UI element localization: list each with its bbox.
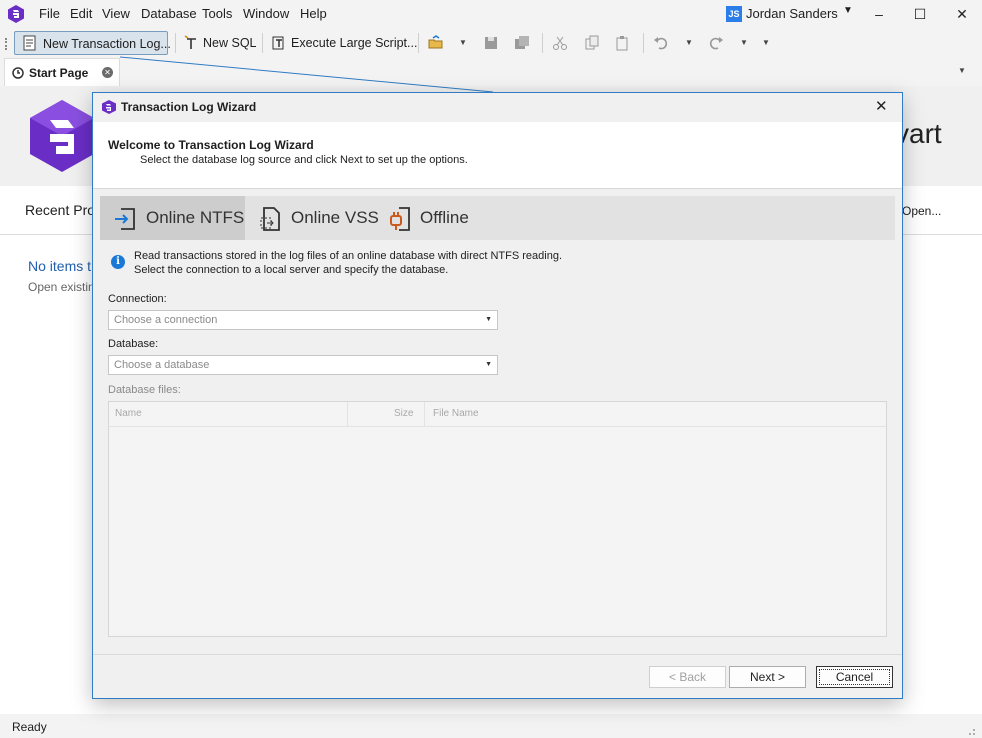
mode-online-vss-label: Online VSS: [291, 208, 379, 227]
maximize-button[interactable]: ☐: [907, 3, 933, 25]
toolbar-separator: [643, 33, 644, 53]
dialog-app-icon: [102, 100, 116, 114]
database-files-label: Database files:: [108, 384, 181, 396]
paste-icon[interactable]: [615, 35, 631, 51]
user-name[interactable]: Jordan Sanders: [746, 6, 838, 21]
copy-icon[interactable]: [584, 35, 600, 51]
menu-file[interactable]: File: [39, 6, 60, 21]
column-divider: [347, 402, 348, 426]
toolbar-grip[interactable]: [5, 38, 9, 50]
user-menu-chevron-down-icon[interactable]: ▼: [843, 5, 853, 16]
mode-online-ntfs-label: Online NTFS: [146, 208, 245, 227]
toolbar-separator: [542, 33, 543, 53]
cut-icon[interactable]: [552, 35, 568, 51]
dialog-title-bar[interactable]: Transaction Log Wizard ✕: [93, 93, 902, 121]
save-icon[interactable]: [483, 35, 499, 51]
toolbar-separator: [418, 33, 419, 53]
open-folder-icon[interactable]: [428, 35, 444, 51]
next-button[interactable]: Next >: [729, 666, 806, 688]
toolbar: New Transaction Log... New SQL Execute L…: [0, 29, 982, 58]
undo-dropdown-chevron-down-icon[interactable]: ▼: [685, 38, 693, 47]
mode-offline[interactable]: Offline: [382, 196, 492, 240]
database-chevron-down-icon[interactable]: ▼: [485, 361, 492, 368]
back-button[interactable]: < Back: [649, 666, 726, 688]
status-bar: [0, 714, 982, 738]
tab-start-page[interactable]: Start Page ✕: [4, 58, 120, 86]
connection-placeholder: Choose a connection: [114, 314, 218, 326]
column-header-size[interactable]: Size: [394, 408, 413, 419]
user-avatar[interactable]: JS: [726, 6, 742, 22]
toolbar-separator: [175, 33, 176, 53]
save-all-icon[interactable]: [514, 35, 530, 51]
start-page-icon: [12, 67, 24, 79]
info-text-line-1: Read transactions stored in the log file…: [134, 250, 563, 262]
menu-edit[interactable]: Edit: [70, 6, 92, 21]
mode-online-vss[interactable]: Online VSS: [248, 196, 379, 240]
offline-plug-icon: [390, 207, 410, 231]
database-placeholder: Choose a database: [114, 359, 210, 371]
tab-start-page-label: Start Page: [29, 66, 89, 80]
execute-large-script-button[interactable]: Execute Large Script...: [291, 36, 417, 50]
open-dropdown-chevron-down-icon[interactable]: ▼: [459, 38, 467, 47]
wizard-subheading: Select the database log source and click…: [140, 154, 468, 166]
mode-offline-label: Offline: [420, 208, 469, 227]
toolbar-options-chevron-down-icon[interactable]: ▼: [762, 38, 770, 47]
database-files-grid[interactable]: Name Size File Name: [108, 401, 887, 637]
database-files-header: Name Size File Name: [109, 402, 886, 427]
mode-online-ntfs[interactable]: Online NTFS: [100, 196, 245, 240]
menu-view[interactable]: View: [102, 6, 130, 21]
menu-database[interactable]: Database: [141, 6, 197, 21]
transaction-log-wizard-dialog: Transaction Log Wizard ✕ Welcome to Tran…: [92, 92, 903, 699]
window-close-button[interactable]: ✕: [949, 3, 975, 25]
info-icon: i: [111, 255, 125, 269]
document-tab-strip: Start Page ✕: [0, 58, 982, 86]
connection-combo[interactable]: Choose a connection ▼: [108, 310, 498, 330]
connection-label: Connection:: [108, 293, 167, 305]
redo-icon[interactable]: [708, 35, 724, 51]
new-sql-button[interactable]: New SQL: [203, 36, 257, 50]
no-items-text: No items t: [28, 258, 92, 274]
online-ntfs-icon: [115, 208, 135, 230]
open-link[interactable]: Open...: [902, 204, 941, 218]
recent-projects-heading: Recent Pro: [25, 202, 96, 218]
column-header-file-name[interactable]: File Name: [433, 408, 479, 419]
dialog-footer-divider: [93, 654, 902, 655]
info-text-line-2: Select the connection to a local server …: [134, 264, 449, 276]
new-transaction-log-button[interactable]: New Transaction Log...: [14, 31, 171, 55]
toolbar-separator: [262, 33, 263, 53]
menu-tools[interactable]: Tools: [202, 6, 232, 21]
column-divider: [424, 402, 425, 426]
dialog-close-icon[interactable]: ✕: [875, 97, 888, 115]
connection-chevron-down-icon[interactable]: ▼: [485, 316, 492, 323]
undo-icon[interactable]: [653, 35, 669, 51]
online-vss-icon: [260, 207, 280, 231]
wizard-heading: Welcome to Transaction Log Wizard: [108, 138, 314, 152]
new-sql-icon[interactable]: [184, 35, 200, 51]
brand-logo-icon: [30, 100, 94, 172]
database-label: Database:: [108, 338, 159, 350]
transaction-log-icon: [23, 35, 36, 51]
open-existing-text: Open existin: [28, 280, 95, 294]
status-text: Ready: [12, 720, 47, 734]
database-combo[interactable]: Choose a database ▼: [108, 355, 498, 375]
menu-bar: File Edit View Database Tools Window Hel…: [0, 0, 982, 28]
tab-overflow-chevron-down-icon[interactable]: ▼: [958, 66, 966, 75]
log-source-mode-selector: Online NTFS Online VSS Offline: [100, 196, 895, 240]
menu-help[interactable]: Help: [300, 6, 327, 21]
menu-window[interactable]: Window: [243, 6, 289, 21]
column-header-name[interactable]: Name: [115, 408, 142, 419]
app-logo-icon: [8, 5, 24, 23]
dialog-header: Welcome to Transaction Log Wizard Select…: [93, 122, 902, 189]
tab-close-icon[interactable]: ✕: [102, 67, 113, 78]
resize-grip-icon[interactable]: [966, 726, 976, 736]
redo-dropdown-chevron-down-icon[interactable]: ▼: [740, 38, 748, 47]
dialog-title: Transaction Log Wizard: [121, 100, 257, 114]
cancel-button[interactable]: Cancel: [816, 666, 893, 688]
execute-script-icon[interactable]: [271, 35, 287, 51]
minimize-button[interactable]: –: [866, 3, 892, 25]
new-transaction-log-label: New Transaction Log...: [43, 37, 171, 51]
